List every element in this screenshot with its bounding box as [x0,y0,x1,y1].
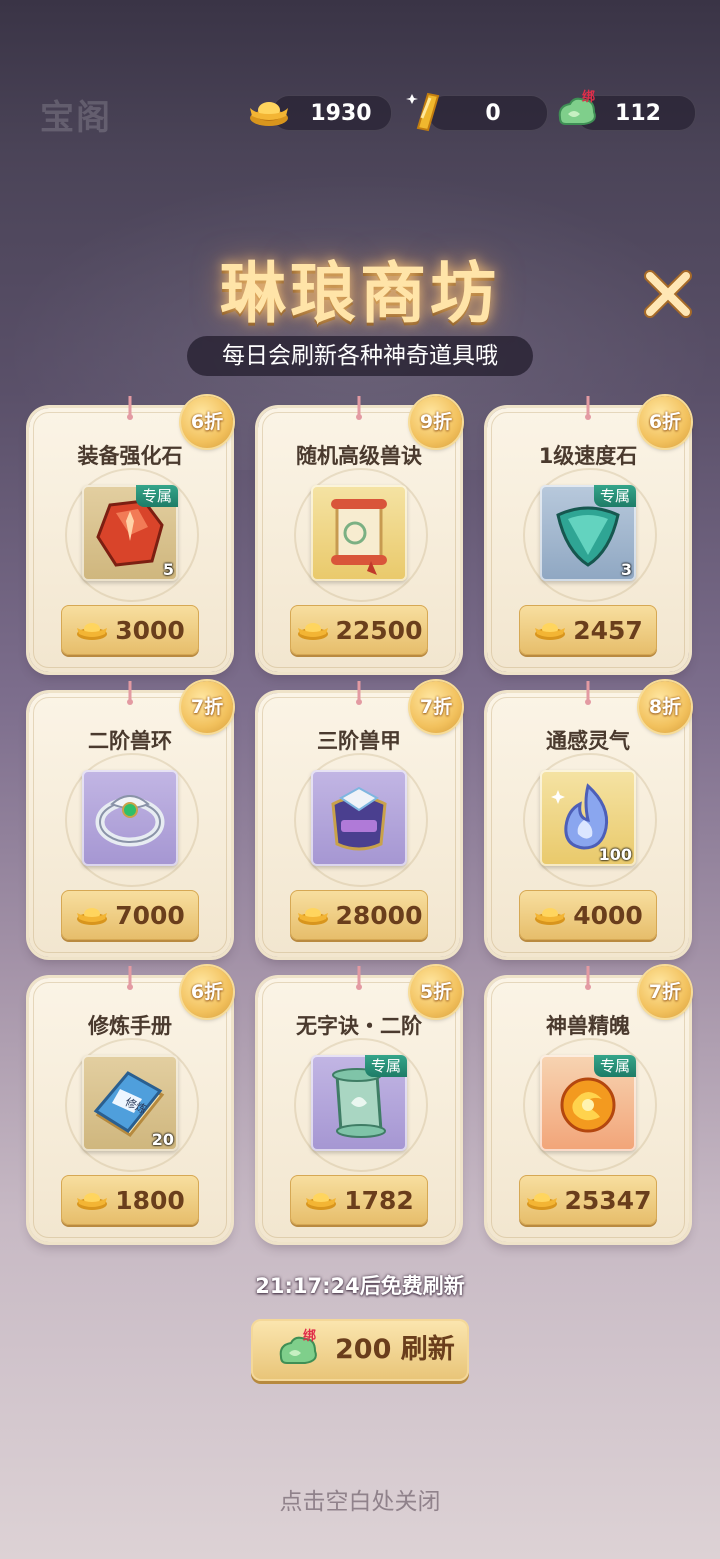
scroll-icon [331,499,387,575]
refresh-button[interactable]: 绑 200 刷新 [251,1319,469,1381]
refresh-timer: 21:17:24后免费刷新 [255,1274,465,1298]
buy-button[interactable]: 3000 [61,605,199,655]
item-name: 随机高级兽诀 [296,444,422,468]
item-name: 修炼手册 [88,1014,172,1038]
price-value: 25347 [564,1185,652,1215]
gold-ingot-icon [535,908,566,925]
hanging-ribbon-icon [356,396,362,420]
item-icon-frame[interactable] [311,485,407,581]
shop-item-card[interactable]: 5折 无字诀・二阶 专属 1782 [258,966,462,1242]
item-count: 20 [151,1130,174,1149]
item-icon-frame[interactable]: 专属 3 [540,485,636,581]
gold-ingot-icon [297,623,328,640]
item-count: 5 [162,560,174,579]
armor-icon [331,786,387,851]
price-value: 28000 [335,900,423,930]
gold-ingot-icon [77,908,108,925]
item-name: 通感灵气 [546,729,630,753]
price-value: 2457 [573,615,643,645]
exclusive-tag: 专属 [593,1055,636,1077]
hanging-ribbon-icon [356,681,362,705]
hanging-ribbon-icon [127,396,133,420]
item-name: 1级速度石 [538,444,638,468]
page-subtitle: 每日会刷新各种神奇道具哦 [187,336,533,376]
shop-item-card[interactable]: 8折 通感灵气 100 4000 [487,681,691,957]
gold-ingot-icon [77,1193,108,1210]
item-icon-frame[interactable] [82,770,178,866]
hanging-ribbon-icon [356,966,362,990]
bound-label: 绑 [303,1329,317,1344]
shop-item-card[interactable]: 7折 三阶兽甲 28000 [258,681,462,957]
close-hint[interactable]: 点击空白处关闭 [0,1482,720,1516]
price-value: 1800 [115,1185,185,1215]
item-icon-frame[interactable]: 100 [540,770,636,866]
currency-value: 1930 [310,100,372,126]
exclusive-tag: 专属 [135,485,178,507]
item-name: 三阶兽甲 [317,729,401,753]
buy-button[interactable]: 28000 [290,890,428,940]
gold-ingot-icon [297,908,328,925]
item-icon-frame[interactable]: 专属 [540,1055,636,1151]
shop-item-card[interactable]: 6折 装备强化石 专属 5 3000 [29,396,233,672]
item-name: 装备强化石 [77,444,183,468]
item-name: 神兽精魄 [546,1014,630,1038]
hanging-ribbon-icon [127,966,133,990]
price-value: 7000 [115,900,185,930]
refresh-button-label: 200 刷新 [335,1334,455,1365]
exclusive-tag: 专属 [364,1055,407,1077]
gold-ingot-icon [306,1193,337,1210]
hanging-ribbon-icon [585,681,591,705]
shop-item-card[interactable]: 7折 神兽精魄 专属 25347 [487,966,691,1242]
buy-button[interactable]: 1800 [61,1175,199,1225]
gold-bar-icon [406,92,440,132]
price-value: 3000 [115,615,185,645]
price-value: 1782 [344,1185,414,1215]
hanging-ribbon-icon [585,396,591,420]
close-button[interactable] [640,266,696,322]
item-icon-frame[interactable]: 修炼 20 [82,1055,178,1151]
shop-item-card[interactable]: 6折 修炼手册 修炼 20 1800 [29,966,233,1242]
gold-ingot-icon [250,102,288,126]
item-icon-frame[interactable]: 专属 [311,1055,407,1151]
buy-button[interactable]: 1782 [290,1175,428,1225]
item-count: 100 [598,845,632,864]
exclusive-tag: 专属 [593,485,636,507]
gold-ingot-icon [77,623,108,640]
buy-button[interactable]: 22500 [290,605,428,655]
hanging-ribbon-icon [585,966,591,990]
home-label: 宝阁 [40,98,112,138]
gold-ingot-icon [526,1193,557,1210]
item-icon-frame[interactable]: 专属 5 [82,485,178,581]
bound-label: 绑 [582,90,596,105]
page-title: 琳琅商坊 [220,254,500,332]
currency-value: 112 [615,100,661,126]
item-name: 无字诀・二阶 [296,1014,422,1038]
buy-button[interactable]: 7000 [61,890,199,940]
shop-item-card[interactable]: 6折 1级速度石 专属 3 2457 [487,396,691,672]
buy-button[interactable]: 2457 [519,605,657,655]
price-value: 22500 [335,615,423,645]
buy-button[interactable]: 25347 [519,1175,657,1225]
item-name: 二阶兽环 [88,729,172,753]
gold-ingot-icon [535,623,566,640]
silver-ring-icon [95,795,165,847]
buy-button[interactable]: 4000 [519,890,657,940]
item-icon-frame[interactable] [311,770,407,866]
shop-item-card[interactable]: 9折 随机高级兽诀 22500 [258,396,462,672]
hanging-ribbon-icon [127,681,133,705]
shop-item-card[interactable]: 7折 二阶兽环 7000 [29,681,233,957]
price-value: 4000 [573,900,643,930]
item-count: 3 [620,560,632,579]
currency-value: 0 [485,100,501,126]
